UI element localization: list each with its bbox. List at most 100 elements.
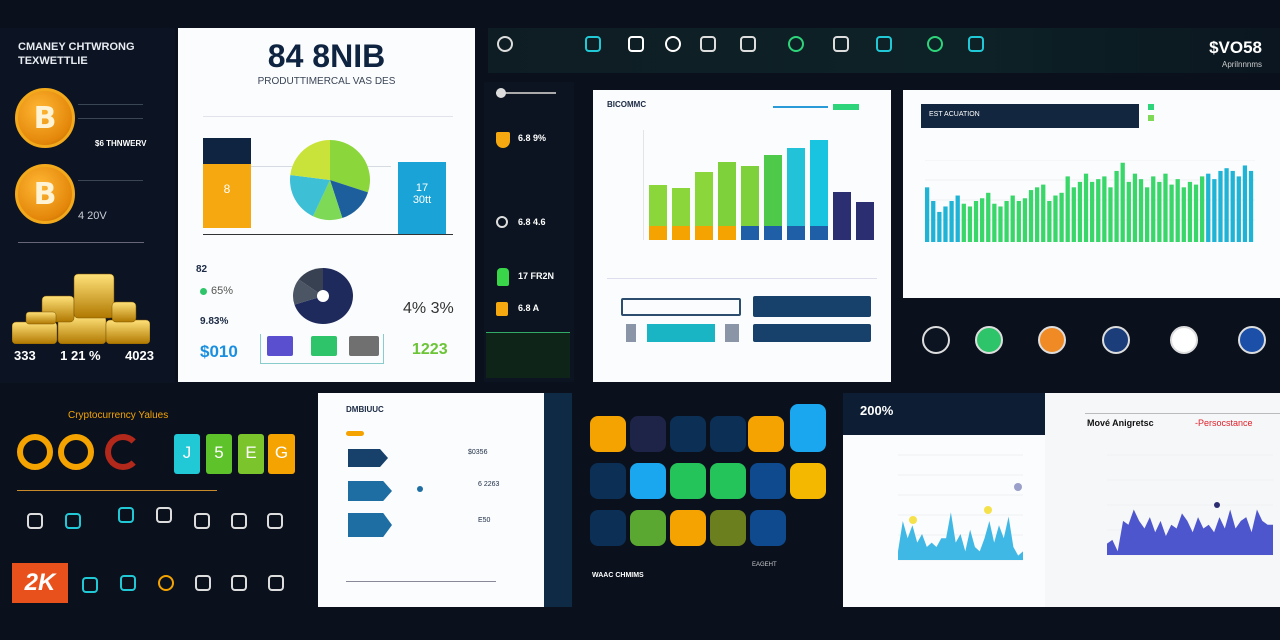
- search-button[interactable]: [311, 336, 337, 356]
- app-icon[interactable]: [120, 575, 136, 591]
- data-point: [984, 506, 992, 514]
- small-toggle[interactable]: [725, 324, 739, 342]
- bar: [1200, 176, 1205, 242]
- grid-tile-button[interactable]: [790, 404, 826, 452]
- app-icon[interactable]: [231, 513, 247, 529]
- bar: [931, 201, 936, 242]
- check-button[interactable]: [349, 336, 379, 356]
- bar-base: [649, 226, 667, 240]
- filter-button[interactable]: [833, 104, 859, 110]
- pen-icon[interactable]: [585, 36, 601, 52]
- ring-icon[interactable]: [628, 36, 644, 52]
- bar: [980, 198, 985, 242]
- cloud-app-icon[interactable]: [1170, 326, 1198, 354]
- sidebar-slider[interactable]: [496, 88, 556, 98]
- app-icon[interactable]: [231, 575, 247, 591]
- grid-tile-button[interactable]: [630, 463, 666, 499]
- grid-tile-button[interactable]: [590, 416, 626, 452]
- app-icon[interactable]: [27, 513, 43, 529]
- grid-tile-button[interactable]: [630, 510, 666, 546]
- green-app-icon[interactable]: [975, 326, 1003, 354]
- wallet-icon[interactable]: [927, 36, 943, 52]
- grid-tile-button[interactable]: [590, 463, 626, 499]
- camera-icon[interactable]: [876, 36, 892, 52]
- bar-chart-panel: BICOMMC: [593, 90, 891, 382]
- grid-tile-button[interactable]: [630, 416, 666, 452]
- app-icon[interactable]: [158, 575, 174, 591]
- value-tile[interactable]: E: [238, 434, 264, 474]
- grid-tile-button[interactable]: [790, 463, 826, 499]
- grid-tile-button[interactable]: [710, 463, 746, 499]
- app-icon[interactable]: [194, 513, 210, 529]
- grid-tile-button[interactable]: [710, 510, 746, 546]
- arrow-row[interactable]: [348, 513, 392, 537]
- app-icon[interactable]: [268, 575, 284, 591]
- stat-value: 1 21 %: [60, 348, 101, 363]
- lock-icon[interactable]: [700, 36, 716, 52]
- ring-icon: [58, 434, 94, 470]
- app-icon[interactable]: [195, 575, 211, 591]
- orange-pill: [346, 431, 364, 436]
- help-icon[interactable]: [922, 326, 950, 354]
- grid-tile-button[interactable]: [670, 510, 706, 546]
- orange-app-icon[interactable]: [1038, 326, 1066, 354]
- tile-label: 5: [214, 443, 224, 462]
- bar: [1145, 187, 1150, 242]
- data-point: [1014, 483, 1022, 491]
- grid-tile-button[interactable]: [590, 510, 626, 546]
- arrow-row[interactable]: [348, 449, 388, 467]
- burger-app-icon[interactable]: [1102, 326, 1130, 354]
- submit-button[interactable]: [753, 324, 871, 342]
- grid-tile-button[interactable]: [750, 463, 786, 499]
- small-toggle[interactable]: [626, 324, 636, 342]
- teal-button[interactable]: [647, 324, 715, 342]
- bar-base: [764, 226, 782, 240]
- blue-app-icon[interactable]: [1238, 326, 1266, 354]
- grid-tile-button[interactable]: [670, 416, 706, 452]
- sidebar-item[interactable]: 6.8 9%: [518, 133, 546, 143]
- grid-tile-button[interactable]: [670, 463, 706, 499]
- link-button[interactable]: [267, 336, 293, 356]
- arrow-row[interactable]: [348, 481, 392, 501]
- sidebar-item[interactable]: 6.8 4.6: [518, 217, 546, 227]
- area-header: 200%: [843, 393, 1045, 435]
- value-tile[interactable]: J: [174, 434, 200, 474]
- app-icon[interactable]: [267, 513, 283, 529]
- app-icon[interactable]: [156, 507, 172, 523]
- apply-button[interactable]: [753, 296, 871, 317]
- bar: [1206, 173, 1211, 242]
- row-value: $0356: [468, 449, 488, 456]
- data-point: [1214, 502, 1220, 508]
- app-icon[interactable]: [118, 507, 134, 523]
- grid-tile-button[interactable]: [750, 510, 786, 546]
- headline: 84 8NIB: [267, 38, 386, 74]
- bar: [1041, 184, 1046, 242]
- app-icon[interactable]: [65, 513, 81, 529]
- info-icon[interactable]: [833, 36, 849, 52]
- network-icon[interactable]: [968, 36, 984, 52]
- grid-tile-button[interactable]: [748, 416, 784, 452]
- title-line-1: CMANEY CHTWRONG: [18, 41, 135, 53]
- app-icon[interactable]: [82, 577, 98, 593]
- value-tile[interactable]: G: [268, 434, 295, 474]
- sidebar-item[interactable]: 17 FR2N: [518, 271, 554, 281]
- value-tile[interactable]: 5: [206, 434, 232, 474]
- circle-icon[interactable]: [497, 36, 513, 52]
- range-input[interactable]: [621, 298, 741, 316]
- sidebar-item-label: 6.8 A: [518, 303, 540, 313]
- title-line-2: TEXWETTLIE: [18, 55, 88, 67]
- bar: [1126, 181, 1131, 242]
- bar: [1151, 176, 1156, 242]
- grid-tile-button[interactable]: [710, 416, 746, 452]
- sidebar-item[interactable]: 6.8 A: [518, 303, 539, 313]
- key-icon[interactable]: [740, 36, 756, 52]
- pie-slice: [290, 140, 330, 180]
- bar: [1157, 181, 1162, 242]
- bar: [973, 201, 979, 242]
- bar: [1096, 179, 1101, 242]
- bar: [1218, 170, 1223, 242]
- card-icon[interactable]: [788, 36, 804, 52]
- v-icon[interactable]: [665, 36, 681, 52]
- bar: [1108, 187, 1113, 242]
- price-label: Aprilnnnms: [1221, 60, 1262, 69]
